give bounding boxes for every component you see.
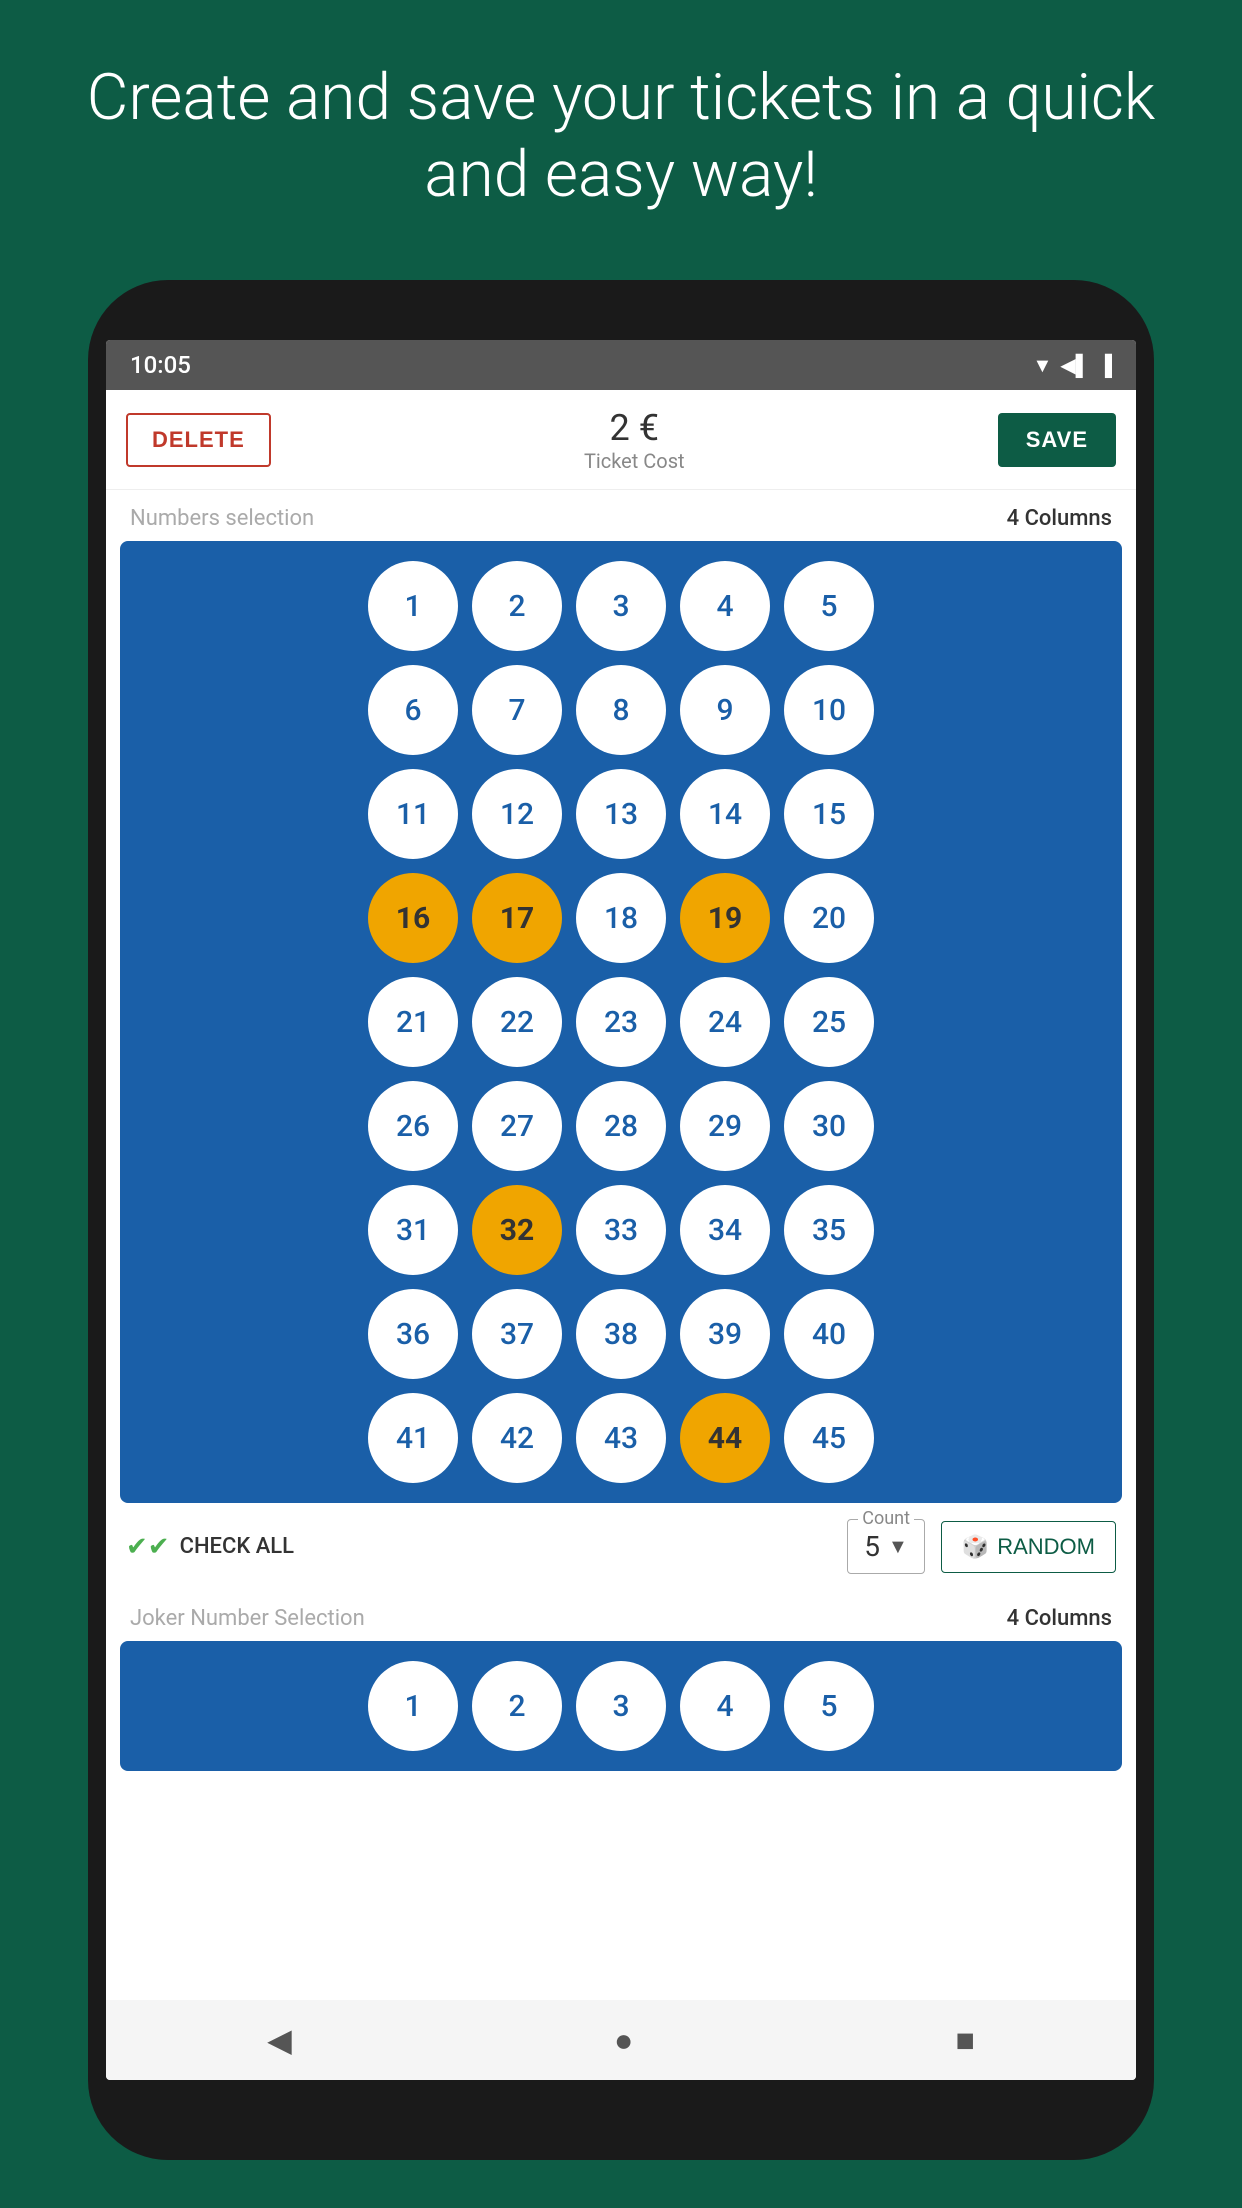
number-row: 12345 — [130, 561, 1112, 651]
joker-ball-2[interactable]: 2 — [472, 1661, 562, 1751]
number-ball-24[interactable]: 24 — [680, 977, 770, 1067]
number-ball-38[interactable]: 38 — [576, 1289, 666, 1379]
number-ball-10[interactable]: 10 — [784, 665, 874, 755]
joker-columns-label: 4 Columns — [1007, 1606, 1112, 1631]
joker-ball-3[interactable]: 3 — [576, 1661, 666, 1751]
recent-nav-icon[interactable]: ■ — [956, 2021, 975, 2059]
number-ball-45[interactable]: 45 — [784, 1393, 874, 1483]
random-icon: 🎲 — [962, 1534, 989, 1560]
number-ball-19[interactable]: 19 — [680, 873, 770, 963]
count-dropdown-icon: ▼ — [888, 1534, 908, 1559]
number-ball-35[interactable]: 35 — [784, 1185, 874, 1275]
count-value: 5 — [864, 1530, 880, 1563]
status-bar: 10:05 ▼ ◀▌ ▐ — [106, 340, 1136, 390]
number-ball-37[interactable]: 37 — [472, 1289, 562, 1379]
joker-grid: 12345 — [120, 1641, 1122, 1771]
number-ball-34[interactable]: 34 — [680, 1185, 770, 1275]
number-ball-16[interactable]: 16 — [368, 873, 458, 963]
number-row: 1617181920 — [130, 873, 1112, 963]
random-button[interactable]: 🎲 RANDOM — [941, 1521, 1116, 1573]
number-ball-36[interactable]: 36 — [368, 1289, 458, 1379]
number-ball-17[interactable]: 17 — [472, 873, 562, 963]
ticket-cost-label: Ticket Cost — [584, 449, 685, 473]
ticket-cost-display: 2 € Ticket Cost — [584, 407, 685, 473]
number-ball-13[interactable]: 13 — [576, 769, 666, 859]
bottom-controls: ✔✔ CHECK ALL Count 5 ▼ 🎲 RANDOM — [106, 1503, 1136, 1590]
number-row: 1112131415 — [130, 769, 1112, 859]
number-row: 2122232425 — [130, 977, 1112, 1067]
number-ball-12[interactable]: 12 — [472, 769, 562, 859]
number-ball-23[interactable]: 23 — [576, 977, 666, 1067]
joker-section: Joker Number Selection 4 Columns 12345 — [106, 1590, 1136, 1771]
joker-ball-1[interactable]: 1 — [368, 1661, 458, 1751]
number-ball-33[interactable]: 33 — [576, 1185, 666, 1275]
number-ball-11[interactable]: 11 — [368, 769, 458, 859]
delete-button[interactable]: DELETE — [126, 413, 271, 467]
joker-section-label: Joker Number Selection — [130, 1606, 365, 1631]
status-time: 10:05 — [130, 351, 191, 379]
number-ball-27[interactable]: 27 — [472, 1081, 562, 1171]
check-all-button[interactable]: ✔✔ CHECK ALL — [126, 1532, 831, 1562]
number-ball-41[interactable]: 41 — [368, 1393, 458, 1483]
number-ball-8[interactable]: 8 — [576, 665, 666, 755]
number-ball-28[interactable]: 28 — [576, 1081, 666, 1171]
ticket-amount: 2 € — [584, 407, 685, 449]
number-row: 678910 — [130, 665, 1112, 755]
joker-ball-4[interactable]: 4 — [680, 1661, 770, 1751]
check-all-label: CHECK ALL — [180, 1534, 294, 1559]
joker-ball-5[interactable]: 5 — [784, 1661, 874, 1751]
number-ball-44[interactable]: 44 — [680, 1393, 770, 1483]
number-ball-29[interactable]: 29 — [680, 1081, 770, 1171]
number-ball-21[interactable]: 21 — [368, 977, 458, 1067]
number-ball-40[interactable]: 40 — [784, 1289, 874, 1379]
number-ball-39[interactable]: 39 — [680, 1289, 770, 1379]
number-ball-43[interactable]: 43 — [576, 1393, 666, 1483]
number-ball-26[interactable]: 26 — [368, 1081, 458, 1171]
phone-screen: 10:05 ▼ ◀▌ ▐ DELETE 2 € Ticket Cost SAVE… — [106, 340, 1136, 2080]
home-nav-icon[interactable]: ● — [614, 2021, 633, 2059]
phone-frame: 10:05 ▼ ◀▌ ▐ DELETE 2 € Ticket Cost SAVE… — [88, 280, 1154, 2160]
number-row: 2627282930 — [130, 1081, 1112, 1171]
numbers-columns-label: 4 Columns — [1007, 506, 1112, 531]
number-ball-15[interactable]: 15 — [784, 769, 874, 859]
back-nav-icon[interactable]: ◀ — [267, 2021, 292, 2059]
joker-header: Joker Number Selection 4 Columns — [106, 1590, 1136, 1641]
number-ball-2[interactable]: 2 — [472, 561, 562, 651]
number-ball-6[interactable]: 6 — [368, 665, 458, 755]
joker-row: 12345 — [130, 1661, 1112, 1751]
number-ball-7[interactable]: 7 — [472, 665, 562, 755]
number-row: 4142434445 — [130, 1393, 1112, 1483]
number-ball-4[interactable]: 4 — [680, 561, 770, 651]
random-label: RANDOM — [997, 1534, 1095, 1560]
number-ball-9[interactable]: 9 — [680, 665, 770, 755]
number-ball-22[interactable]: 22 — [472, 977, 562, 1067]
number-ball-32[interactable]: 32 — [472, 1185, 562, 1275]
number-ball-18[interactable]: 18 — [576, 873, 666, 963]
number-ball-1[interactable]: 1 — [368, 561, 458, 651]
number-row: 3637383940 — [130, 1289, 1112, 1379]
count-field[interactable]: Count 5 ▼ — [847, 1519, 925, 1574]
number-ball-20[interactable]: 20 — [784, 873, 874, 963]
number-grid: 1234567891011121314151617181920212223242… — [120, 541, 1122, 1503]
count-floating-label: Count — [858, 1508, 914, 1529]
number-ball-5[interactable]: 5 — [784, 561, 874, 651]
status-icons: ▼ ◀▌ ▐ — [1032, 353, 1112, 378]
number-ball-42[interactable]: 42 — [472, 1393, 562, 1483]
numbers-section-header: Numbers selection 4 Columns — [106, 490, 1136, 541]
numbers-section-label: Numbers selection — [130, 506, 314, 531]
number-ball-14[interactable]: 14 — [680, 769, 770, 859]
check-all-icon: ✔✔ — [126, 1532, 170, 1562]
top-bar: DELETE 2 € Ticket Cost SAVE — [106, 390, 1136, 490]
number-ball-31[interactable]: 31 — [368, 1185, 458, 1275]
number-ball-25[interactable]: 25 — [784, 977, 874, 1067]
hero-text: Create and save your tickets in a quick … — [0, 0, 1242, 254]
nav-bar: ◀ ● ■ — [106, 2000, 1136, 2080]
number-ball-30[interactable]: 30 — [784, 1081, 874, 1171]
number-row: 3132333435 — [130, 1185, 1112, 1275]
battery-icon: ▐ — [1098, 353, 1112, 378]
signal-icon: ◀▌ — [1060, 353, 1090, 378]
wifi-icon: ▼ — [1032, 353, 1052, 378]
number-ball-3[interactable]: 3 — [576, 561, 666, 651]
save-button[interactable]: SAVE — [998, 413, 1116, 467]
